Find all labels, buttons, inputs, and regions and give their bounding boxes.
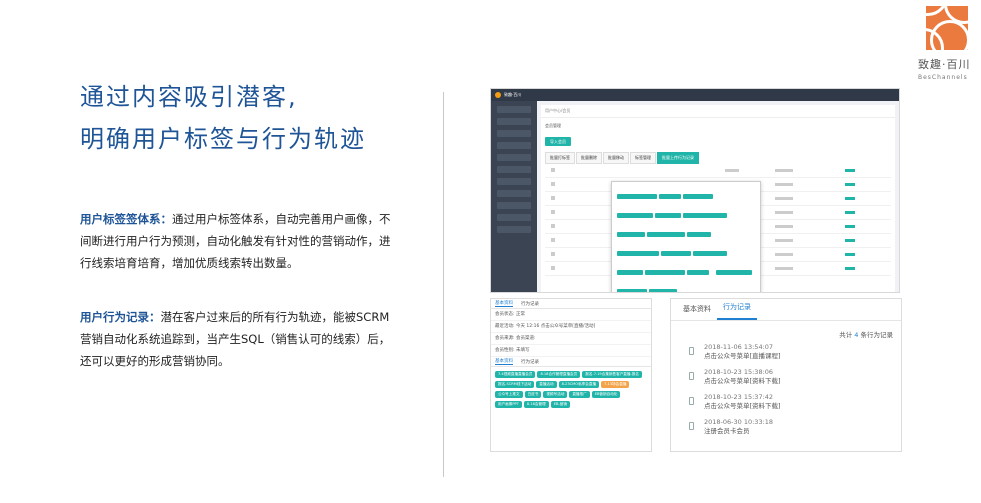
logo-subtitle: BesChannels (918, 74, 968, 81)
behavior-record-panel: 基本资料 行为记录 共计 4 条行为记录 2018-11-06 13:54:07… (670, 298, 902, 452)
tag-chip[interactable]: EB营销自动化 (591, 390, 621, 398)
record-item: 2018-06-30 10:33:18 注册会员卡会员 (671, 418, 901, 443)
tab-basic-info-2[interactable]: 基本资料 (495, 358, 513, 365)
tab-behavior[interactable]: 行为记录 (521, 301, 539, 307)
record-time: 2018-10-23 15:37:42 (704, 393, 774, 401)
phone-icon (689, 372, 694, 380)
tag-popup (611, 181, 761, 292)
crm-screenshot: 致趣·百川 用户中心/会员 会员管理 导入会员 批量打标签 批量删除 批量移动 … (490, 88, 900, 293)
record-time: 2018-10-23 15:38:06 (704, 368, 774, 376)
record-item: 2018-10-23 15:37:42 点击公众号菜单[资料下载] (671, 393, 901, 418)
breadcrumb: 用户中心/会员 (541, 105, 895, 118)
tag-chip[interactable]: EB-营销 (550, 400, 570, 408)
tag-chip[interactable]: 公众号上推文 (495, 390, 523, 398)
tab-basic-info-record[interactable]: 基本资料 (677, 304, 717, 320)
brand-logo: 致趣·百川 BesChannels (918, 6, 976, 94)
vertical-divider (443, 92, 444, 477)
recent-activity-row: 最近活动: 今天 12:16 点击公众号菜单[直播/活动] (491, 321, 651, 333)
action-tabs: 批量打标签 批量删除 批量移动 标签管理 批量上传行为记录 (545, 152, 891, 164)
slide-title: 通过内容吸引潜客, 明确用户标签与行为轨迹 (80, 76, 366, 160)
record-action: 点击公众号菜单[资料下载] (704, 377, 781, 385)
tag-chip[interactable]: 白皮书 (524, 390, 542, 398)
tag-chip[interactable]: 报名-7.19合集销售客户直播-报名 (582, 370, 642, 378)
brand-icon (495, 92, 501, 98)
app-sidebar (491, 101, 537, 292)
tab-tag-manage[interactable]: 标签管理 (630, 152, 656, 164)
total-count: 4 (854, 331, 859, 339)
user-tag-paragraph: 用户标签签体系：通过用户标签体系，自动完善用户画像，不间断进行用户行为预测，自动… (80, 208, 398, 274)
table-row[interactable] (545, 164, 891, 178)
tag-chip[interactable]: 8.18合作管理直播会员 (537, 370, 581, 378)
title-line-2: 明确用户标签与行为轨迹 (80, 125, 366, 153)
record-action: 点击公众号菜单[直播课程] (704, 352, 781, 360)
phone-icon (689, 422, 694, 430)
import-member-button[interactable]: 导入会员 (545, 137, 571, 146)
tab-batch-tag[interactable]: 批量打标签 (545, 152, 575, 164)
record-tabs: 基本资料 行为记录 (671, 299, 901, 321)
logo-mark-icon (926, 6, 968, 50)
record-time: 2018-06-30 10:33:18 (704, 418, 774, 426)
record-item: 2018-10-23 15:38:06 点击公众号菜单[资料下载] (671, 368, 901, 393)
detail-tabs: 基本资料 行为记录 (491, 299, 651, 309)
tab-behavior-2[interactable]: 行为记录 (521, 359, 539, 365)
app-topbar: 致趣·百川 (491, 89, 899, 101)
tag-chip[interactable]: 8.23CMO私享会直播 (558, 380, 600, 388)
record-action: 点击公众号菜单[资料下载] (704, 402, 781, 410)
total-prefix: 共计 (839, 331, 853, 339)
member-gender-row: 会员性别: 未填写 (491, 345, 651, 357)
tag-chip[interactable]: 直播活动 (536, 380, 557, 388)
tag-chip[interactable]: 报名-SCRM线下活动 (495, 380, 535, 388)
phone-icon (689, 347, 694, 355)
title-line-1: 通过内容吸引潜客, (80, 83, 298, 111)
record-item: 2018-11-06 13:54:07 点击公众号菜单[直播课程] (671, 343, 901, 368)
logo-name: 致趣·百川 (918, 58, 971, 71)
user-tag-heading: 用户标签签体系： (80, 212, 172, 226)
section-title: 会员管理 (545, 123, 561, 128)
member-status-row: 会员状态: 正常 (491, 309, 651, 321)
tag-chip[interactable]: 7.4视频直播直播会员 (495, 370, 536, 378)
tag-list: 7.4视频直播直播会员 8.18合作管理直播会员 报名-7.19合集销售客户直播-报… (491, 367, 651, 411)
user-behavior-paragraph: 用户行为记录：潜在客户过来后的所有行为轨迹，能被SCRM营销自动化系统追踪到，当… (80, 306, 398, 372)
total-suffix: 条行为记录 (860, 331, 894, 339)
tab-behavior-record[interactable]: 行为记录 (717, 302, 757, 320)
member-source-row: 会员来源: 会员渠道: (491, 333, 651, 345)
member-detail-panel: 基本资料 行为记录 会员状态: 正常 最近活动: 今天 12:16 点击公众号菜… (490, 298, 652, 452)
tab-batch-move[interactable]: 批量移动 (603, 152, 629, 164)
tag-chip[interactable]: 直播推广 (569, 390, 590, 398)
record-total: 共计 4 条行为记录 (671, 321, 901, 343)
record-time: 2018-11-06 13:54:07 (704, 343, 774, 351)
record-action: 注册会员卡会员 (704, 427, 750, 435)
app-brand: 致趣·百川 (504, 92, 522, 97)
tag-chip[interactable]: 7.13场会直播 (601, 380, 630, 388)
tag-chip[interactable]: 视频号活动 (543, 390, 568, 398)
tab-upload-records[interactable]: 批量上传行为记录 (657, 152, 699, 164)
tag-chip[interactable]: 用户画像PPT (495, 400, 522, 408)
detail-tabs-secondary: 基本资料 行为记录 (491, 357, 651, 367)
tab-batch-delete[interactable]: 批量删除 (576, 152, 602, 164)
user-behavior-heading: 用户行为记录： (80, 310, 161, 324)
tag-chip[interactable]: 8.18会管理 (523, 400, 549, 408)
phone-icon (689, 397, 694, 405)
tab-basic-info[interactable]: 基本资料 (495, 300, 513, 307)
